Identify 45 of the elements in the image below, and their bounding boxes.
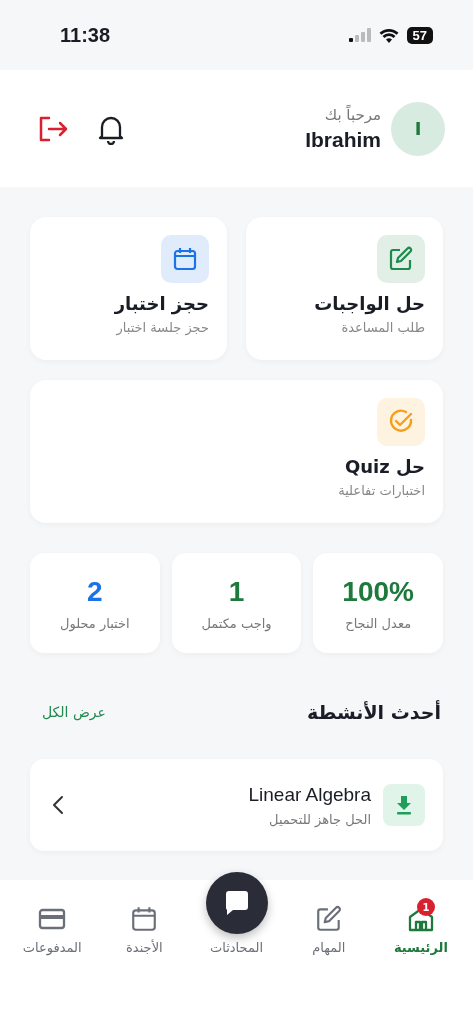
action-card[interactable]: حجز اختبار حجز جلسة اختبار (30, 217, 227, 360)
stat-label: اختبار محلول (60, 615, 130, 631)
stat-label: معدل النجاح (345, 615, 412, 631)
nav-label: المهام (312, 940, 346, 955)
nav-tab[interactable]: الأجندة (100, 896, 189, 955)
edit-icon (314, 905, 343, 933)
user-name: Ibrahim (305, 127, 381, 152)
download-icon (395, 795, 413, 815)
notification-badge: 1 (416, 898, 435, 916)
stat-value: 1 (228, 575, 245, 608)
logout-icon[interactable] (38, 115, 68, 142)
greeting-text: مرحباً بك (323, 105, 381, 124)
signal-icon (348, 28, 371, 42)
action-subtitle: طلب المساعدة (341, 320, 425, 335)
activity-subtitle: الحل جاهز للتحميل (268, 811, 371, 827)
chat-button[interactable] (205, 872, 268, 934)
action-title: حجز اختبار (114, 293, 209, 314)
stat-value: 2 (87, 575, 103, 608)
action-card[interactable]: حل Quiz اختبارات تفاعلية (30, 380, 443, 523)
nav-label: الرئيسية (393, 940, 448, 955)
nav-tab[interactable]: المحادثات (192, 864, 281, 955)
action-subtitle: اختبارات تفاعلية (338, 483, 425, 498)
action-title: حل الواجبات (314, 293, 425, 314)
status-time: 11:38 (60, 23, 111, 47)
action-title: حل Quiz (344, 456, 425, 477)
nav-tab[interactable]: المدفوعات (8, 896, 97, 955)
wifi-icon (378, 27, 399, 43)
calendar-icon (130, 905, 159, 933)
nav-tab[interactable]: المهام (284, 896, 373, 955)
user-avatar: I (391, 101, 445, 156)
stat-value: 100% (342, 575, 414, 608)
view-all-link[interactable]: عرض الكل (42, 704, 106, 720)
section-title: أحدث الأنشطة (306, 701, 441, 723)
credit-card-icon (38, 907, 67, 931)
battery-level: 57 (406, 26, 433, 44)
nav-label: الأجندة (126, 940, 163, 955)
nav-label: المدفوعات (22, 940, 82, 955)
stat-label: واجب مكتمل (201, 615, 272, 631)
action-card[interactable]: حل الواجبات طلب المساعدة (246, 217, 443, 360)
nav-label: المحادثات (210, 940, 264, 955)
action-subtitle: حجز جلسة اختبار (116, 320, 209, 335)
chevron-left-icon (52, 795, 64, 815)
edit-icon (388, 246, 414, 272)
activity-title: Linear Algebra (247, 783, 371, 806)
calendar-icon (172, 246, 198, 272)
